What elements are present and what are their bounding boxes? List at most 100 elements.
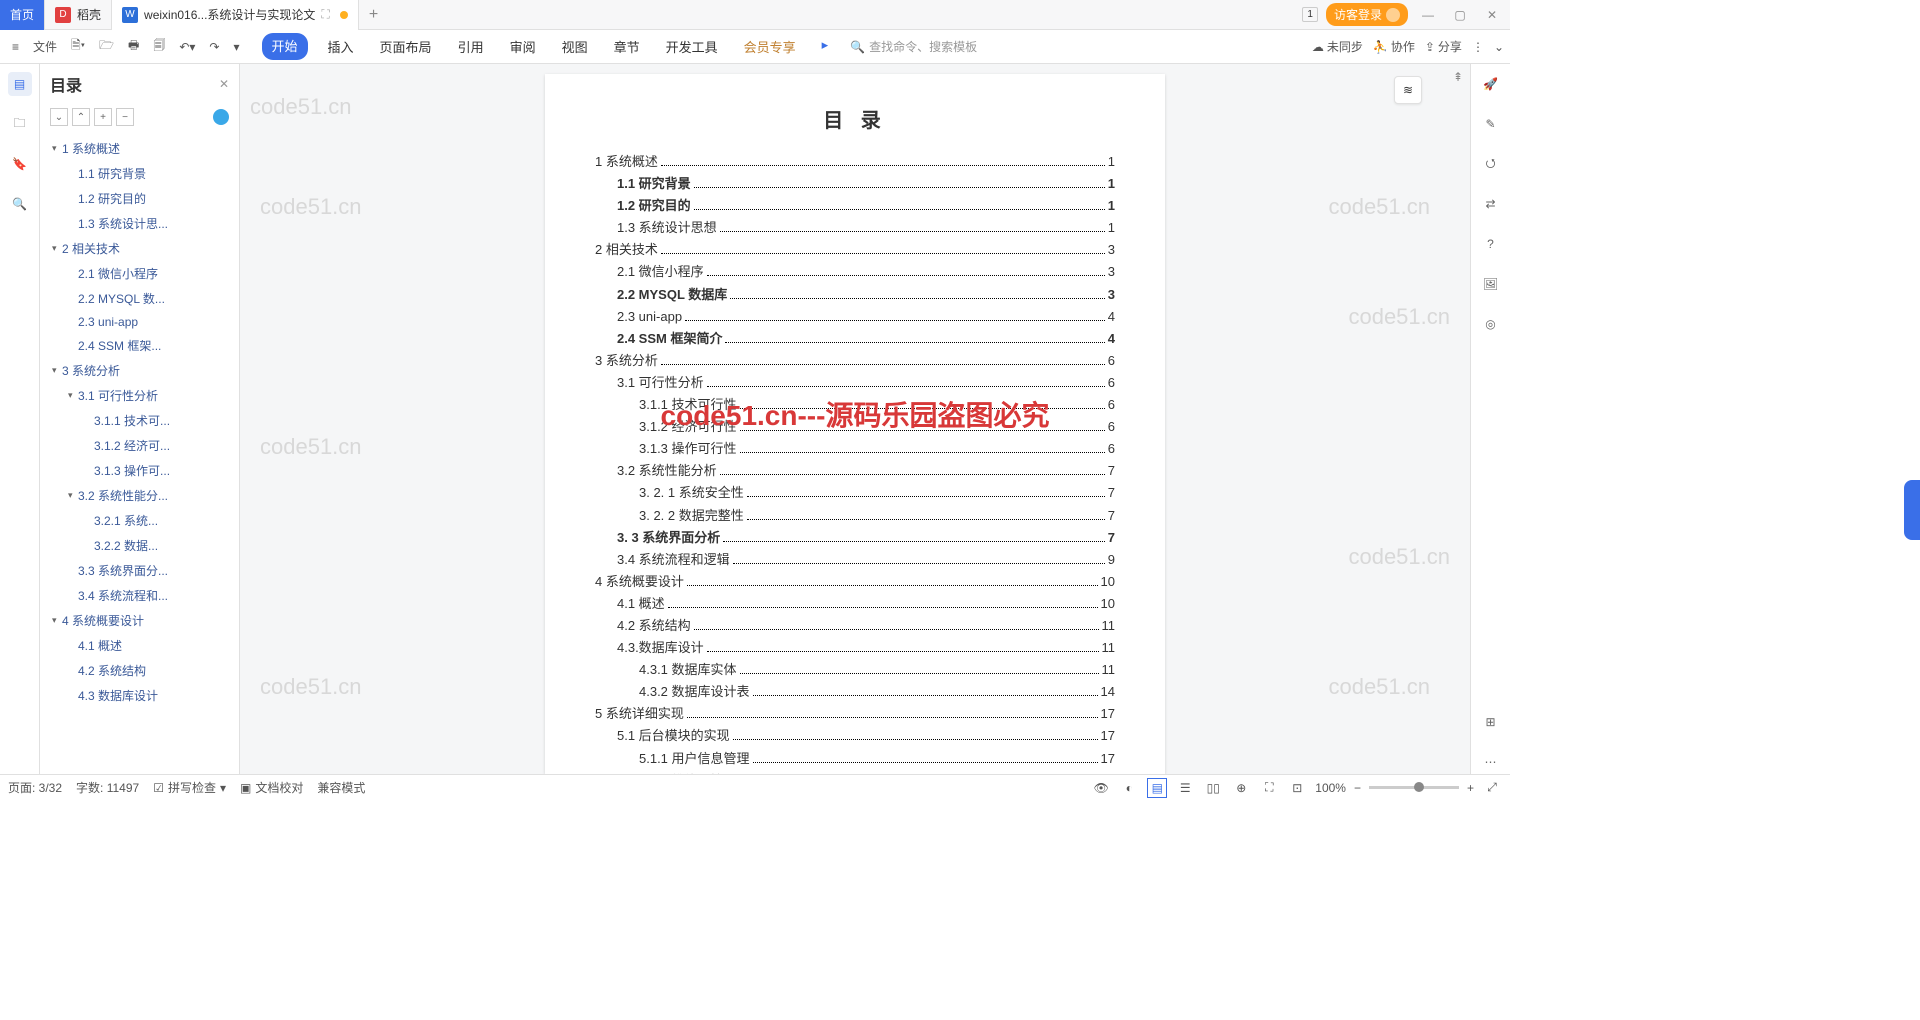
outline-item[interactable]: 1.2 研究目的 <box>44 186 235 211</box>
outline-item[interactable]: 3.1.1 技术可... <box>44 408 235 433</box>
collapse-ribbon-icon[interactable]: ⌄ <box>1494 40 1504 54</box>
bookmark-icon[interactable]: 🔖 <box>8 152 32 176</box>
outline-item[interactable]: ▾3.2 系统性能分... <box>44 483 235 508</box>
outline-item[interactable]: 3.4 系统流程和... <box>44 583 235 608</box>
side-tab-handle[interactable] <box>1904 480 1920 540</box>
outline-close-icon[interactable]: ✕ <box>219 77 229 91</box>
menu-insert[interactable]: 插入 <box>322 33 360 60</box>
menu-devtools[interactable]: 开发工具 <box>660 33 724 60</box>
outline-item[interactable]: 1.3 系统设计思... <box>44 211 235 236</box>
new-icon[interactable]: 🗎▾ <box>65 32 91 61</box>
zoom-slider[interactable] <box>1369 786 1459 789</box>
menu-icon[interactable]: ≡ <box>6 36 25 58</box>
sync-button[interactable]: ☁未同步 <box>1312 38 1363 55</box>
share-button[interactable]: ⇪分享 <box>1425 38 1462 55</box>
outline-item[interactable]: ▾3 系统分析 <box>44 358 235 383</box>
menu-vip[interactable]: 会员专享 <box>738 33 802 60</box>
format-painter-icon[interactable]: ▾ <box>227 36 245 58</box>
outline-item[interactable]: 2.4 SSM 框架... <box>44 333 235 358</box>
sync-dot-icon[interactable] <box>213 109 229 125</box>
find-icon[interactable]: 🔍 <box>8 192 32 216</box>
menu-review[interactable]: 审阅 <box>504 33 542 60</box>
expand-icon[interactable]: ⤢ <box>1482 778 1502 798</box>
ai-panel-icon[interactable]: ≋ <box>1394 76 1422 104</box>
outline-list[interactable]: ▾1 系统概述1.1 研究背景1.2 研究目的1.3 系统设计思...▾2 相关… <box>40 130 239 774</box>
window-count-badge[interactable]: 1 <box>1302 7 1318 22</box>
demote-icon[interactable]: − <box>116 108 134 126</box>
open-icon[interactable]: 🗁 <box>93 32 120 61</box>
menu-chapter[interactable]: 章节 <box>608 33 646 60</box>
outline-item[interactable]: 4.1 概述 <box>44 633 235 658</box>
settings-icon[interactable]: ⇄ <box>1479 192 1503 216</box>
zoom-in-icon[interactable]: + <box>1467 781 1474 795</box>
rocket-icon[interactable]: 🚀 <box>1479 72 1503 96</box>
outline-item[interactable]: 3.1.3 操作可... <box>44 458 235 483</box>
tab-document[interactable]: Wweixin016...系统设计与实现论文⛶ <box>112 0 359 30</box>
toc-page: 1 <box>1108 151 1115 173</box>
coop-button[interactable]: ⛹协作 <box>1373 38 1415 55</box>
promote-icon[interactable]: + <box>94 108 112 126</box>
outline-item[interactable]: 4.2 系统结构 <box>44 658 235 683</box>
spellcheck-toggle[interactable]: ☑拼写检查▾ <box>153 779 226 796</box>
outline-item[interactable]: 3.2.2 数据... <box>44 533 235 558</box>
preview-icon[interactable]: 🗐 <box>147 32 171 61</box>
outline-item[interactable]: 2.3 uni-app <box>44 311 235 333</box>
menu-reference[interactable]: 引用 <box>452 33 490 60</box>
read-view-icon[interactable]: ▯▯ <box>1203 778 1223 798</box>
outline-item[interactable]: 3.2.1 系统... <box>44 508 235 533</box>
outline-item[interactable]: ▾3.1 可行性分析 <box>44 383 235 408</box>
minimize-button[interactable]: — <box>1416 3 1440 27</box>
menu-start[interactable]: 开始 <box>262 33 308 60</box>
collapse-all-icon[interactable]: ⌃ <box>72 108 90 126</box>
outline-item[interactable]: ▾1 系统概述 <box>44 136 235 161</box>
more-tools-icon[interactable]: ⋯ <box>1479 750 1503 774</box>
outline-item[interactable]: 3.1.2 经济可... <box>44 433 235 458</box>
outline-item[interactable]: 4.3 数据库设计 <box>44 683 235 708</box>
outline-view-icon[interactable]: ☰ <box>1175 778 1195 798</box>
help-icon[interactable]: ? <box>1479 232 1503 256</box>
word-count[interactable]: 字数: 11497 <box>76 779 139 796</box>
guest-login-button[interactable]: 访客登录 <box>1326 3 1408 26</box>
print-icon[interactable]: 🖶 <box>122 32 145 61</box>
expand-all-icon[interactable]: ⌄ <box>50 108 68 126</box>
scroll-top-icon[interactable]: ⇞ <box>1450 70 1466 84</box>
search-input[interactable]: 🔍查找命令、搜索模板 <box>850 38 977 55</box>
outline-item[interactable]: ▾4 系统概要设计 <box>44 608 235 633</box>
fit-icon[interactable]: ⊡ <box>1287 778 1307 798</box>
outline-item[interactable]: 2.1 微信小程序 <box>44 261 235 286</box>
tab-daoke[interactable]: D稻壳 <box>45 0 112 30</box>
more-icon[interactable]: ⋮ <box>1472 40 1484 54</box>
outline-item[interactable]: 3.3 系统界面分... <box>44 558 235 583</box>
outline-item[interactable]: 1.1 研究背景 <box>44 161 235 186</box>
zoom-value[interactable]: 100% <box>1315 781 1346 795</box>
document-canvas[interactable]: code51.cn code51.cn code51.cn code51.cn … <box>240 64 1470 774</box>
close-button[interactable]: ✕ <box>1480 3 1504 27</box>
page-view-icon[interactable]: ▤ <box>1147 778 1167 798</box>
focus-icon[interactable]: ◐ <box>1119 778 1139 798</box>
zoom-out-icon[interactable]: − <box>1354 781 1361 795</box>
menu-view[interactable]: 视图 <box>556 33 594 60</box>
compat-mode[interactable]: 兼容模式 <box>317 779 365 796</box>
cursor-icon[interactable]: ⭯ <box>1479 152 1503 176</box>
outline-item[interactable]: 2.2 MYSQL 数... <box>44 286 235 311</box>
outline-item[interactable]: ▾2 相关技术 <box>44 236 235 261</box>
proofread-button[interactable]: ▣文档校对 <box>240 779 303 796</box>
fullscreen-icon[interactable]: ⛶ <box>1259 778 1279 798</box>
clipboard-icon[interactable]: 🗀 <box>8 112 32 136</box>
target-icon[interactable]: ◎ <box>1479 312 1503 336</box>
menu-more-icon[interactable]: ▸ <box>816 33 835 60</box>
eye-icon[interactable]: 👁 <box>1091 778 1111 798</box>
tab-home[interactable]: 首页 <box>0 0 45 30</box>
maximize-button[interactable]: ▢ <box>1448 3 1472 27</box>
redo-button[interactable]: ↷ <box>203 36 225 58</box>
menu-layout[interactable]: 页面布局 <box>374 33 438 60</box>
web-view-icon[interactable]: ⊕ <box>1231 778 1251 798</box>
undo-button[interactable]: ↶▾ <box>173 36 201 58</box>
tools-icon[interactable]: ⊞ <box>1479 710 1503 734</box>
pen-icon[interactable]: ✎ <box>1479 112 1503 136</box>
outline-tab-icon[interactable]: ▤ <box>8 72 32 96</box>
page-indicator[interactable]: 页面: 3/32 <box>8 779 62 796</box>
tab-add-button[interactable]: + <box>359 6 388 24</box>
file-menu[interactable]: 文件 <box>27 34 63 59</box>
image-icon[interactable]: 🖼 <box>1479 272 1503 296</box>
